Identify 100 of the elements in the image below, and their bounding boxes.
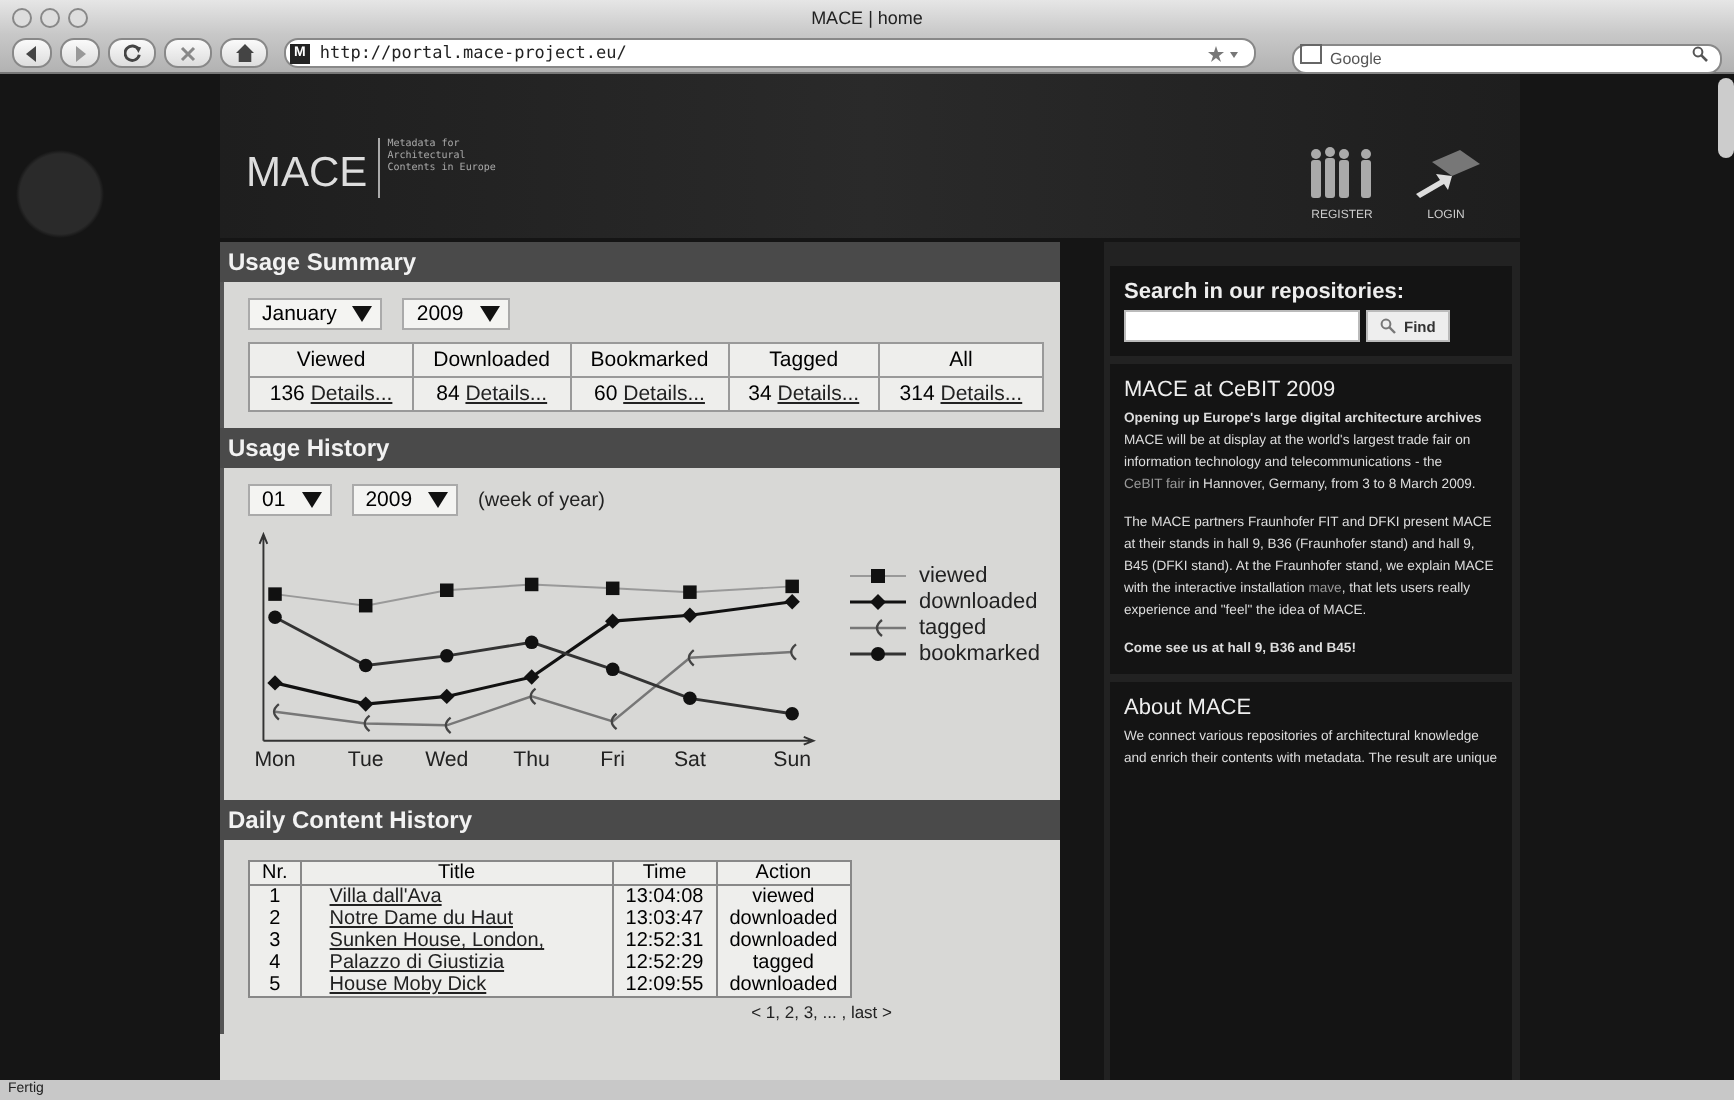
column-header: Nr. [249, 861, 301, 885]
data-point [682, 607, 698, 624]
details-link[interactable]: Details... [940, 382, 1023, 406]
window-title: MACE | home [809, 7, 925, 27]
data-point [440, 649, 454, 663]
data-point [785, 707, 799, 721]
column-header: Bookmarked [570, 343, 729, 377]
row-number: 4 [269, 952, 281, 974]
time-cell: 12:52:31 [625, 930, 704, 952]
count: 314 [899, 382, 935, 406]
reload-button[interactable] [108, 38, 156, 68]
section-header: Daily Content History [220, 800, 1060, 840]
row-number: 1 [269, 886, 281, 908]
bracket-legend-icon [850, 618, 907, 638]
column-header: Title [300, 861, 613, 885]
search-engine-icon[interactable] [1300, 44, 1322, 64]
search-title: Search in our repositories: [1124, 280, 1406, 304]
section-header: Usage History [220, 428, 1060, 468]
column-header: Time [612, 861, 717, 885]
back-arrow-icon [24, 45, 40, 61]
close-button[interactable] [12, 7, 32, 27]
column-header: Downloaded [413, 343, 571, 377]
section-header: Usage Summary [220, 242, 1060, 282]
data-point [267, 675, 283, 691]
year-dropdown[interactable]: 2009 [351, 484, 459, 516]
search-field[interactable]: Google [1292, 44, 1722, 74]
column-header: Tagged [728, 343, 879, 377]
day-label: Sun [773, 747, 812, 772]
data-point [605, 581, 620, 596]
data-point [439, 688, 455, 705]
data-point [358, 658, 373, 673]
data-point [440, 583, 454, 597]
scrollbar[interactable] [1718, 78, 1734, 158]
time-cell: 12:09:55 [625, 974, 704, 996]
count: 60 [594, 382, 618, 406]
day-label: Sat [673, 747, 706, 772]
details-link[interactable]: Details... [465, 382, 548, 406]
data-point [444, 716, 452, 734]
time-cell: 13:03:47 [625, 908, 704, 930]
title-link[interactable]: Villa dall'Ava [329, 886, 442, 908]
site-logo[interactable]: MACE [246, 138, 380, 198]
column-header: All [878, 343, 1043, 377]
data-point [683, 585, 697, 599]
count: 84 [436, 382, 460, 406]
week-dropdown[interactable]: 01 [248, 484, 332, 516]
action-cell: tagged [752, 952, 814, 974]
title-link[interactable]: Notre Dame du Haut [329, 908, 513, 930]
news-title: MACE at CeBIT 2009 [1124, 378, 1338, 402]
day-label: Thu [513, 747, 550, 772]
forward-arrow-icon [72, 45, 88, 61]
action-cell: viewed [752, 886, 815, 908]
details-link[interactable]: Details... [623, 382, 705, 406]
data-point [358, 598, 373, 613]
pagination[interactable]: < 1, 2, 3, ... , last > [751, 1002, 892, 1022]
data-point [268, 587, 282, 601]
close-x-icon [180, 45, 196, 61]
count: 136 [269, 382, 305, 406]
home-button[interactable] [220, 38, 268, 68]
column-header: Viewed [249, 343, 414, 377]
search-icon [1380, 318, 1396, 334]
day-label: Tue [347, 747, 384, 772]
legend-label: viewed [918, 564, 988, 588]
details-link[interactable]: Details... [777, 382, 860, 406]
day-label: Mon [254, 747, 296, 772]
login-arrow-icon[interactable] [1412, 146, 1480, 198]
data-point [605, 613, 621, 629]
title-link[interactable]: Sunken House, London, [329, 930, 545, 952]
year-dropdown[interactable]: 2009 [402, 298, 510, 330]
data-point [524, 635, 539, 650]
action-cell: downloaded [729, 930, 838, 952]
data-point [790, 643, 797, 661]
reload-icon [123, 44, 141, 62]
legend-label: downloaded [918, 590, 1038, 614]
legend-label: bookmarked [918, 642, 1040, 666]
minimize-button[interactable] [40, 7, 60, 27]
repository-search-field[interactable] [1124, 310, 1360, 342]
people-icon[interactable] [1308, 146, 1376, 198]
data-point [683, 691, 697, 706]
row-number: 5 [269, 974, 281, 996]
search-icon[interactable] [1692, 46, 1708, 62]
column-header: Action [716, 861, 851, 885]
legend-label: tagged [918, 616, 987, 640]
row-number: 2 [269, 908, 281, 930]
week-note: (week of year) [478, 489, 605, 511]
day-label: Fri [600, 747, 626, 772]
square-legend-icon [850, 566, 907, 586]
data-point [605, 662, 620, 677]
data-point [610, 712, 618, 731]
month-dropdown[interactable]: January [248, 298, 383, 330]
count: 34 [748, 382, 772, 406]
bookmark-star-icon[interactable] [1208, 45, 1240, 61]
action-cell: downloaded [729, 974, 838, 996]
data-point [273, 703, 280, 721]
title-link[interactable]: Palazzo di Giustizia [329, 952, 505, 974]
back-button[interactable] [12, 38, 52, 68]
data-point [687, 649, 695, 667]
details-link[interactable]: Details... [310, 382, 393, 406]
zoom-button[interactable] [68, 7, 88, 27]
title-link[interactable]: House Moby Dick [329, 974, 487, 996]
data-point [268, 610, 282, 624]
